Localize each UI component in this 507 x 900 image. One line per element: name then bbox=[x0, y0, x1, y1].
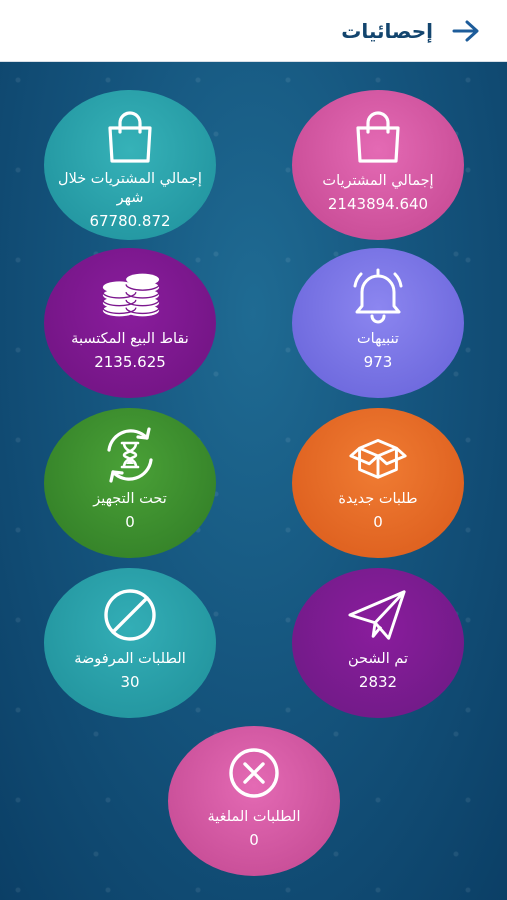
stat-label: الطلبات المرفوضة bbox=[74, 651, 186, 667]
stat-rejected-orders[interactable]: الطلبات المرفوضة 30 bbox=[44, 568, 216, 718]
stat-value: 2143894.640 bbox=[327, 195, 429, 213]
stat-value: 0 bbox=[249, 831, 259, 849]
stat-label: تم الشحن bbox=[347, 651, 409, 667]
stat-label: نقاط البيع المكتسبة bbox=[71, 331, 189, 347]
stat-label: إجمالي المشتريات خلال شهر bbox=[58, 171, 202, 206]
back-button[interactable] bbox=[451, 16, 481, 46]
stat-label: تحت التجهيز bbox=[93, 491, 167, 507]
stat-label: إجمالي المشتريات bbox=[322, 173, 434, 189]
x-circle-icon bbox=[222, 742, 286, 804]
paper-plane-icon bbox=[346, 584, 410, 646]
shopping-bag-icon bbox=[346, 106, 410, 168]
bell-icon bbox=[346, 264, 410, 326]
stat-value: 0 bbox=[373, 513, 383, 531]
stat-label: طلبات جديدة bbox=[338, 491, 418, 507]
stat-cancelled-orders[interactable]: الطلبات الملغية 0 bbox=[168, 726, 340, 876]
hourglass-cycle-icon bbox=[98, 424, 162, 486]
stat-value: 0 bbox=[125, 513, 135, 531]
stat-monthly-purchases[interactable]: إجمالي المشتريات خلال شهر 67780.872 bbox=[44, 90, 216, 240]
stat-label: تنبيهات bbox=[357, 331, 399, 347]
stat-value: 30 bbox=[120, 673, 140, 691]
box-icon bbox=[346, 424, 410, 486]
stat-shipped[interactable]: تم الشحن 2832 bbox=[292, 568, 464, 718]
prohibited-icon bbox=[98, 584, 162, 646]
shopping-bag-icon bbox=[98, 106, 162, 168]
stat-value: 2135.625 bbox=[94, 353, 166, 371]
stat-earned-points[interactable]: نقاط البيع المكتسبة 2135.625 bbox=[44, 248, 216, 398]
stat-value: 2832 bbox=[358, 673, 398, 691]
coins-icon bbox=[98, 264, 162, 326]
stats-panel: إجمالي المشتريات 2143894.640 إجمالي المش… bbox=[0, 62, 507, 900]
stat-new-orders[interactable]: طلبات جديدة 0 bbox=[292, 408, 464, 558]
arrow-right-icon bbox=[452, 20, 479, 41]
stat-value: 973 bbox=[363, 353, 393, 371]
page-title: إحصائيات bbox=[341, 18, 433, 43]
stat-value: 67780.872 bbox=[89, 212, 171, 230]
stat-notifications[interactable]: تنبيهات 973 bbox=[292, 248, 464, 398]
stat-label: الطلبات الملغية bbox=[207, 809, 301, 825]
stat-total-purchases[interactable]: إجمالي المشتريات 2143894.640 bbox=[292, 90, 464, 240]
app-header: إحصائيات bbox=[0, 0, 507, 62]
stat-in-preparation[interactable]: تحت التجهيز 0 bbox=[44, 408, 216, 558]
